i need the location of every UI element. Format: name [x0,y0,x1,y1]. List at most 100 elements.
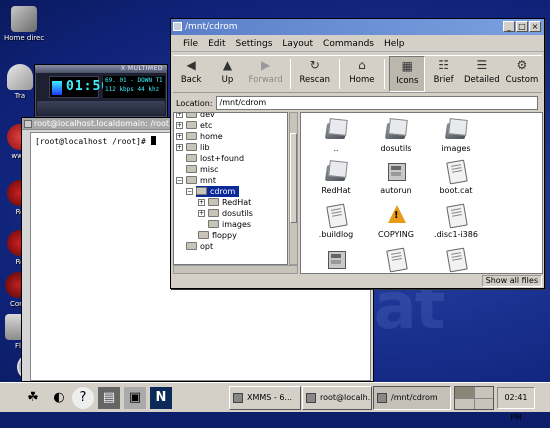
file-item[interactable]: boot.cat [427,159,485,195]
terminal-prompt: [root@localhost /root]# [35,137,151,146]
xmms-player[interactable]: X MULTIMED 01:56 69. 01 - DOWN TI 112 kb… [34,64,168,118]
icons-view-icon: ▦ [401,59,413,73]
workspace-1[interactable] [455,387,474,398]
folder-task-icon [377,393,387,403]
tree-item-redhat[interactable]: + RedHat [198,197,251,208]
tree-item-lost-found[interactable]: lost+found [186,153,244,164]
file-item[interactable] [367,247,425,273]
menu-edit[interactable]: Edit [204,39,229,49]
xmms-time-display: 01:56 [49,76,109,98]
icons-view-button[interactable]: ▦ Icons [389,56,426,92]
file-item[interactable]: images [427,117,485,153]
tree-item-dev[interactable]: + dev [176,113,215,120]
rescan-button[interactable]: ↻ Rescan [295,56,335,92]
forward-button[interactable]: ▶ Forward [246,56,286,92]
terminal-launcher-icon[interactable]: ◐ [48,387,70,409]
trash-icon [7,64,33,90]
document-icon [323,203,349,227]
file-item[interactable]: .buildlog [307,203,365,239]
maximize-button[interactable]: □ [516,21,528,32]
expand-icon[interactable]: + [198,199,205,206]
collapse-icon[interactable]: − [186,188,193,195]
task-filemanager[interactable]: /mnt/cdrom [373,386,451,410]
workspace-pager[interactable] [454,386,494,410]
menu-help[interactable]: Help [380,39,409,49]
workspace-3[interactable] [455,398,474,409]
scroll-thumb[interactable] [290,133,297,223]
detailed-view-icon: ☰ [476,58,488,72]
workspace-4[interactable] [474,398,493,409]
tree-vertical-scrollbar[interactable] [289,112,298,265]
clock[interactable]: 02:41 PM [497,387,535,422]
workspace-2[interactable] [474,387,493,398]
xmms-titlebar[interactable]: X MULTIMED [35,65,167,73]
collapse-icon[interactable]: − [176,177,183,184]
desktop-icon-home[interactable]: Home directory [4,6,44,42]
netscape-icon[interactable]: N [150,387,172,409]
settings-icon[interactable]: ▤ [98,387,120,409]
fm-titlebar[interactable]: /mnt/cdrom _ □ × [171,19,544,35]
menu-layout[interactable]: Layout [278,39,317,49]
custom-view-button[interactable]: ⚙ Custom [502,56,542,92]
folder-icon [208,220,219,228]
expand-icon[interactable]: + [176,122,183,129]
rescan-icon: ↻ [309,58,320,72]
taskbar: ☘ ◐ ? ▤ ▣ N XMMS - 6... root@localh... /… [0,382,550,422]
file-item[interactable]: RedHat [307,159,365,195]
home-folder-icon [11,6,37,32]
expand-icon[interactable]: + [176,144,183,151]
file-item[interactable]: dosutils [367,117,425,153]
fm-menubar: File Edit Settings Layout Commands Help [171,36,544,52]
tree-item-cdrom[interactable]: − cdrom [186,186,240,197]
tree-item-images[interactable]: images [208,219,251,230]
tree-horizontal-scrollbar[interactable] [173,265,298,274]
brief-view-icon: ☷ [438,58,449,72]
home-button[interactable]: ⌂ Home [344,56,380,92]
file-item[interactable]: autorun [367,159,425,195]
custom-view-icon: ⚙ [516,58,528,72]
tree-item-lib[interactable]: + lib [176,142,210,153]
expand-icon[interactable]: + [176,113,183,118]
tree-item-etc[interactable]: + etc [176,120,212,131]
tree-item-floppy[interactable]: floppy [198,230,237,241]
file-item[interactable] [427,247,485,273]
filemanager-launcher-icon[interactable]: ▣ [124,387,146,409]
help-icon[interactable]: ? [72,387,94,409]
file-item[interactable]: .disc1-i386 [427,203,485,239]
folder-icon [186,176,197,184]
file-icon-view[interactable]: .. dosutils images RedHat autorun boot.c… [300,112,543,274]
task-xmms[interactable]: XMMS - 6... [229,386,301,410]
menu-settings[interactable]: Settings [232,39,277,49]
minimize-button[interactable]: _ [503,21,515,32]
tree-item-opt[interactable]: opt [186,241,213,252]
xmms-controls[interactable] [37,101,165,115]
document-icon [443,159,469,183]
menu-commands[interactable]: Commands [319,39,378,49]
window-menu-icon[interactable] [24,120,32,128]
file-item[interactable]: .. [307,117,365,153]
tree-item-dosutils[interactable]: + dosutils [198,208,253,219]
status-text: Show all files [481,275,542,287]
menu-file[interactable]: File [179,39,202,49]
tree-item-misc[interactable]: misc [186,164,219,175]
window-menu-icon[interactable] [173,22,182,31]
file-item[interactable] [307,247,365,273]
location-input[interactable]: /mnt/cdrom [215,96,538,110]
expand-icon[interactable]: + [198,210,205,217]
terminal-cursor [150,136,156,145]
folder-icon [443,117,469,141]
expand-icon[interactable]: + [176,133,183,140]
tree-item-mnt[interactable]: − mnt [176,175,216,186]
file-manager-window[interactable]: /mnt/cdrom _ □ × File Edit Settings Layo… [170,18,545,289]
main-menu-icon[interactable]: ☘ [22,387,44,409]
back-button[interactable]: ◀ Back [173,56,209,92]
brief-view-button[interactable]: ☷ Brief [425,56,461,92]
file-item[interactable]: COPYING [367,203,425,239]
tree-item-home[interactable]: + home [176,131,223,142]
task-terminal[interactable]: root@localh... [302,386,372,410]
back-arrow-icon: ◀ [186,58,196,72]
close-button[interactable]: × [529,21,541,32]
up-button[interactable]: ▲ Up [209,56,245,92]
detailed-view-button[interactable]: ☰ Detailed [462,56,502,92]
directory-tree[interactable]: + dev + etc + home + lib lost+found misc − mn… [173,112,288,265]
